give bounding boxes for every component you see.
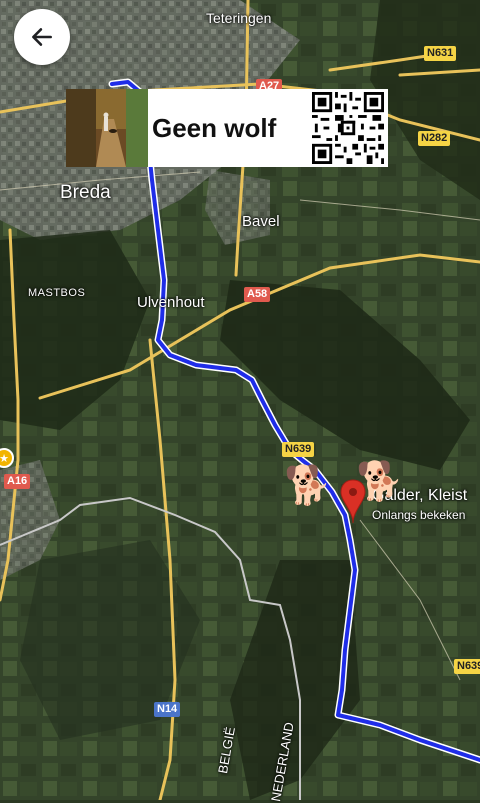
place-label-bavel: Bavel xyxy=(242,213,280,230)
road-shield-n639-east: N639 xyxy=(454,659,480,674)
road-shield-n14: N14 xyxy=(154,702,181,717)
road-shield-a58: A58 xyxy=(244,287,271,302)
road-shield-n639: N639 xyxy=(282,442,315,457)
svg-text:★: ★ xyxy=(0,452,9,465)
qr-code-icon xyxy=(312,92,384,164)
place-label-ulvenhout: Ulvenhout xyxy=(137,294,205,311)
back-button[interactable] xyxy=(14,9,70,65)
road-shield-n282: N282 xyxy=(418,131,451,146)
arrow-left-icon xyxy=(32,28,52,46)
dog-icon-left[interactable]: 🐕 xyxy=(284,466,331,506)
place-label-mastbos: MASTBOS xyxy=(28,287,86,299)
location-pin-icon[interactable] xyxy=(340,479,366,525)
road-shield-n631: N631 xyxy=(424,46,457,61)
place-label-breda: Breda xyxy=(60,182,111,203)
banner-title: Geen wolf xyxy=(152,112,277,143)
promo-banner[interactable]: Geen wolf xyxy=(66,89,388,167)
road-shield-a16: A16 xyxy=(4,474,31,489)
place-label-kleist-subtitle: Onlangs bekeken xyxy=(372,508,466,522)
place-label-teteringen: Teteringen xyxy=(206,10,272,26)
forest-path-photo xyxy=(66,89,148,167)
